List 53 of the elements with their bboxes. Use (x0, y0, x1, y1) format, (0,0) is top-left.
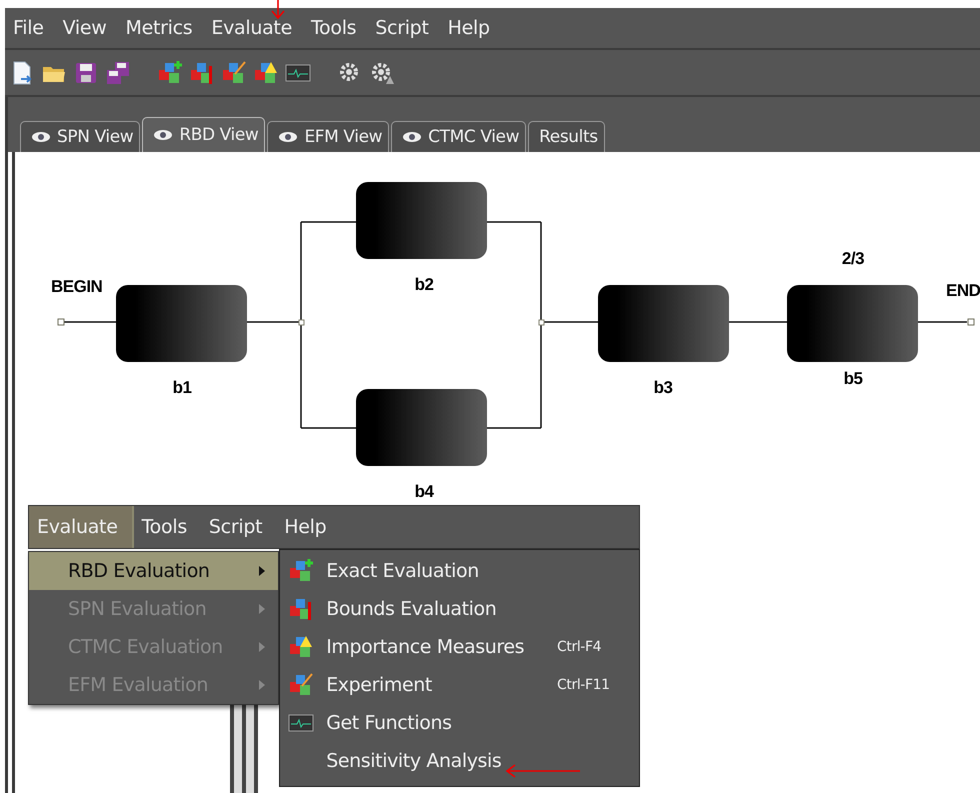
tab[interactable]: SPN View (20, 121, 140, 152)
submenu-arrow-icon (258, 603, 266, 615)
tab[interactable]: EFM View (267, 121, 390, 152)
tab[interactable]: Results (528, 121, 605, 152)
vote-label: 2/3 (842, 249, 864, 269)
menu-item[interactable]: Tools (306, 17, 372, 39)
menu-item[interactable]: Evaluate (207, 17, 307, 39)
tab[interactable]: RBD View (142, 117, 266, 152)
block-label: b3 (654, 378, 672, 398)
eye-icon (153, 129, 174, 141)
menu-item[interactable]: Exact Evaluation (280, 552, 639, 590)
menu-item[interactable]: File (9, 17, 59, 39)
end-port (967, 318, 975, 326)
eye-icon (402, 131, 422, 143)
submenu-arrow-icon (258, 641, 266, 653)
eye-icon (31, 131, 51, 143)
connector-line (918, 321, 967, 323)
menu-item[interactable]: Help (444, 17, 505, 39)
menu-item[interactable]: Tools (134, 506, 201, 548)
tab[interactable]: CTMC View (391, 121, 526, 152)
junction-node (298, 320, 304, 326)
begin-port (57, 318, 65, 326)
blocks-icon[interactable] (221, 60, 247, 86)
blocks-icon (288, 634, 314, 660)
block-label: b1 (172, 378, 192, 398)
menu-item[interactable]: Bounds Evaluation (280, 590, 639, 628)
end-label: END (946, 281, 980, 301)
eye-icon (278, 131, 298, 143)
junction-node (538, 320, 544, 326)
submenu-item[interactable]: RBD Evaluation (29, 552, 278, 590)
menu-item[interactable]: Metrics (121, 17, 208, 39)
menu-item[interactable]: View (58, 17, 122, 39)
connector-line (728, 321, 787, 323)
blocks-icon (288, 558, 314, 584)
save-icon[interactable] (105, 60, 131, 86)
blocks-icon (288, 672, 314, 698)
menu-item[interactable]: Script (200, 506, 276, 548)
menu-item[interactable]: Experiment Ctrl-F11 (280, 666, 639, 704)
menu-item[interactable]: Get Functions (280, 704, 639, 742)
blocks-icon[interactable] (253, 60, 279, 86)
submenu-arrow-icon (258, 679, 266, 691)
block-label: b2 (414, 275, 434, 295)
block-label: b5 (844, 369, 862, 389)
menu-item[interactable]: Script (371, 17, 444, 39)
block-label: b4 (414, 482, 434, 502)
menu-item[interactable]: Sensitivity Analysis (280, 742, 639, 780)
submenu-arrow-icon (258, 565, 266, 577)
menu-item[interactable]: Evaluate (29, 506, 134, 548)
blocks-icon[interactable] (157, 60, 183, 86)
annotation-arrow (271, 0, 285, 20)
menu-item[interactable]: Importance Measures Ctrl-F4 (280, 628, 639, 666)
begin-label: BEGIN (51, 277, 102, 297)
menu-item[interactable]: Help (276, 506, 340, 548)
